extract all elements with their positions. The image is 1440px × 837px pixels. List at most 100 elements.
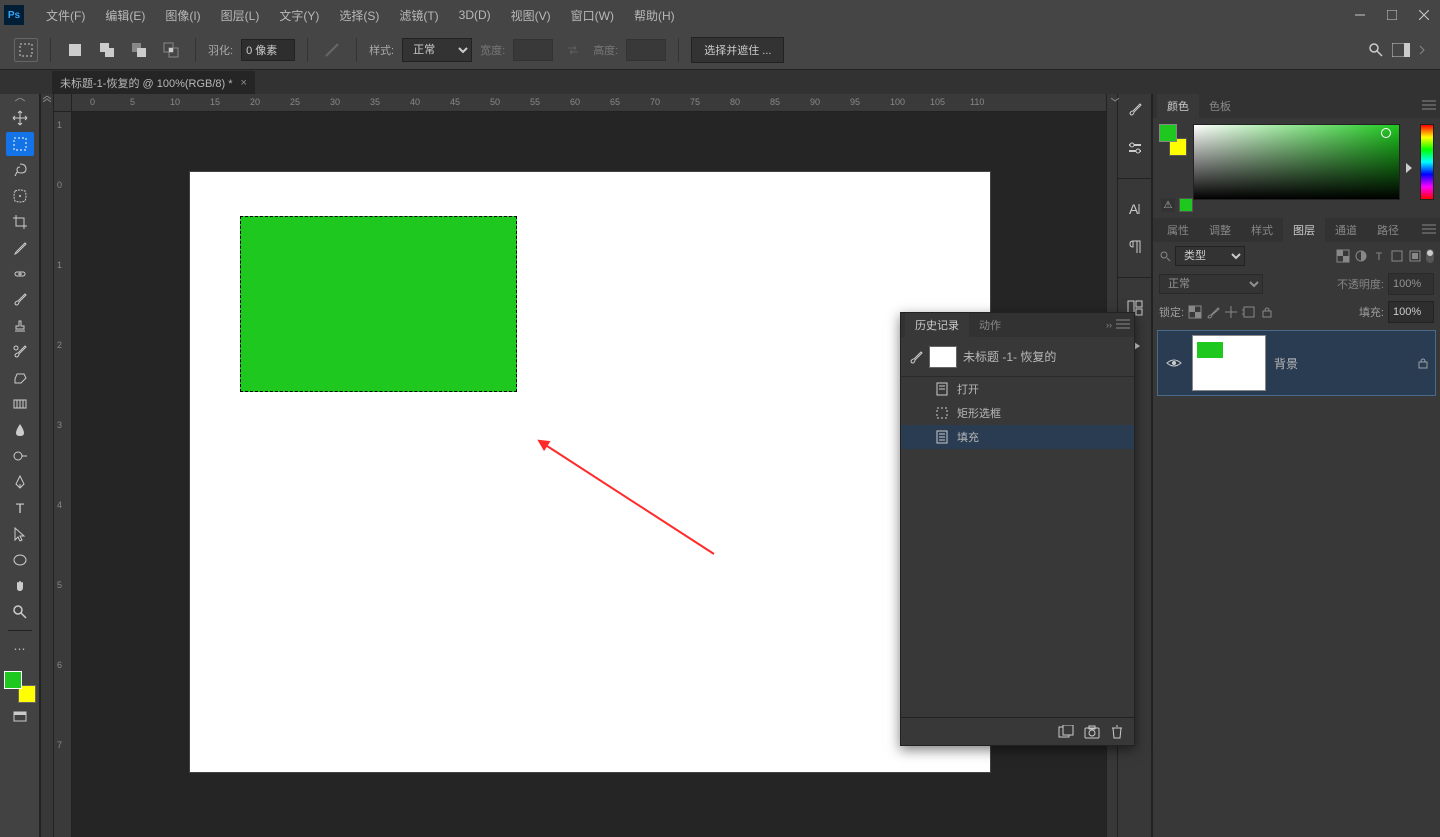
trash-icon[interactable] xyxy=(1110,725,1124,739)
marquee-tool[interactable] xyxy=(6,132,34,156)
history-brush-source-icon[interactable] xyxy=(909,350,923,364)
panel-menu-icon[interactable] xyxy=(1422,100,1436,110)
document-canvas[interactable] xyxy=(190,172,990,772)
style-select[interactable]: 正常 xyxy=(402,38,472,62)
filter-adjust-icon[interactable] xyxy=(1354,249,1368,263)
filter-pixel-icon[interactable] xyxy=(1336,249,1350,263)
filter-shape-icon[interactable] xyxy=(1390,249,1404,263)
search-icon[interactable] xyxy=(1368,42,1384,58)
menu-file[interactable]: 文件(F) xyxy=(36,0,95,30)
ruler-origin[interactable] xyxy=(54,94,72,112)
filter-type-icon[interactable]: T xyxy=(1372,249,1386,263)
lock-transparency-icon[interactable] xyxy=(1188,305,1202,319)
brush-settings-icon[interactable] xyxy=(1123,98,1147,122)
menu-layer[interactable]: 图层(L) xyxy=(211,0,270,30)
fill-input[interactable] xyxy=(1388,301,1434,323)
color-swatches[interactable] xyxy=(4,671,36,703)
tab-history[interactable]: 历史记录 xyxy=(905,313,969,337)
paragraph-panel-icon[interactable] xyxy=(1123,235,1147,259)
zoom-tool[interactable] xyxy=(6,600,34,624)
menu-help[interactable]: 帮助(H) xyxy=(624,0,685,30)
gamut-warning-icon[interactable]: ⚠ xyxy=(1161,198,1175,212)
brush-tool[interactable] xyxy=(6,288,34,312)
pen-tool[interactable] xyxy=(6,470,34,494)
document-tab[interactable]: 未标题-1-恢复的 @ 100%(RGB/8) * × xyxy=(52,70,255,94)
gradient-tool[interactable] xyxy=(6,392,34,416)
lock-all-icon[interactable] xyxy=(1260,305,1274,319)
menu-filter[interactable]: 滤镜(T) xyxy=(389,0,448,30)
close-button[interactable] xyxy=(1408,0,1440,30)
ruler-vertical[interactable]: 1 0 1 2 3 4 5 6 7 xyxy=(54,112,72,837)
panel-fg-color[interactable] xyxy=(1159,124,1177,142)
chevron-right-icon[interactable] xyxy=(1418,46,1426,54)
layer-lock-icon[interactable] xyxy=(1417,356,1429,370)
feather-input[interactable] xyxy=(241,39,295,61)
hand-tool[interactable] xyxy=(6,574,34,598)
workspace-icon[interactable] xyxy=(1392,43,1410,57)
snapshot-icon[interactable] xyxy=(1084,725,1100,739)
antialias-icon[interactable] xyxy=(320,38,344,62)
lock-artboard-icon[interactable] xyxy=(1242,305,1256,319)
select-and-mask-button[interactable]: 选择并遮住 ... xyxy=(691,37,784,63)
screen-mode-icon[interactable] xyxy=(6,705,34,729)
collapse-panel-icon[interactable]: ›› xyxy=(1106,320,1112,330)
menu-image[interactable]: 图像(I) xyxy=(155,0,210,30)
layer-visibility-icon[interactable] xyxy=(1164,357,1184,369)
close-tab-icon[interactable]: × xyxy=(241,77,247,89)
create-document-icon[interactable] xyxy=(1058,725,1074,739)
history-document-row[interactable]: 未标题 -1- 恢复的 xyxy=(901,337,1134,377)
layer-name[interactable]: 背景 xyxy=(1274,355,1298,372)
brush-presets-icon[interactable] xyxy=(1123,136,1147,160)
selection-intersect-icon[interactable] xyxy=(159,38,183,62)
menu-view[interactable]: 视图(V) xyxy=(501,0,561,30)
crop-tool[interactable] xyxy=(6,210,34,234)
type-tool[interactable]: T xyxy=(6,496,34,520)
blend-mode-select[interactable]: 正常 xyxy=(1159,274,1263,294)
layer-thumbnail[interactable] xyxy=(1192,335,1266,391)
healing-tool[interactable] xyxy=(6,262,34,286)
ruler-horizontal[interactable]: 0 5 10 15 20 25 30 35 40 45 50 55 60 65 … xyxy=(72,94,1106,112)
menu-3d[interactable]: 3D(D) xyxy=(449,0,501,30)
layer-row-background[interactable]: 背景 xyxy=(1157,330,1436,396)
eraser-tool[interactable] xyxy=(6,366,34,390)
filter-smart-icon[interactable] xyxy=(1408,249,1422,263)
path-select-tool[interactable] xyxy=(6,522,34,546)
menu-select[interactable]: 选择(S) xyxy=(329,0,389,30)
tab-paths[interactable]: 路径 xyxy=(1367,218,1409,242)
history-item-fill[interactable]: 填充 xyxy=(901,425,1134,449)
move-tool[interactable] xyxy=(6,106,34,130)
tool-preset-icon[interactable] xyxy=(14,38,38,62)
tab-actions[interactable]: 动作 xyxy=(969,313,1011,337)
foreground-color-swatch[interactable] xyxy=(4,671,22,689)
history-menu-icon[interactable] xyxy=(1116,319,1130,329)
history-item-marquee[interactable]: 矩形选框 xyxy=(901,401,1134,425)
eyedropper-tool[interactable] xyxy=(6,236,34,260)
tab-styles[interactable]: 样式 xyxy=(1241,218,1283,242)
lock-image-icon[interactable] xyxy=(1206,305,1220,319)
tab-adjustments[interactable]: 调整 xyxy=(1199,218,1241,242)
stamp-tool[interactable] xyxy=(6,314,34,338)
tab-layers[interactable]: 图层 xyxy=(1283,218,1325,242)
minimize-button[interactable] xyxy=(1344,0,1376,30)
tab-properties[interactable]: 属性 xyxy=(1157,218,1199,242)
layers-menu-icon[interactable] xyxy=(1422,224,1436,234)
maximize-button[interactable] xyxy=(1376,0,1408,30)
dodge-tool[interactable] xyxy=(6,444,34,468)
history-panel[interactable]: 历史记录 动作 ›› 未标题 -1- 恢复的 打开 矩形选框 填充 xyxy=(900,312,1135,746)
shape-tool[interactable] xyxy=(6,548,34,572)
tab-channels[interactable]: 通道 xyxy=(1325,218,1367,242)
history-item-open[interactable]: 打开 xyxy=(901,377,1134,401)
menu-type[interactable]: 文字(Y) xyxy=(269,0,329,30)
filter-toggle-icon[interactable] xyxy=(1426,249,1434,263)
selection-add-icon[interactable] xyxy=(95,38,119,62)
layer-filter-select[interactable]: 类型 xyxy=(1175,246,1245,266)
quick-select-tool[interactable] xyxy=(6,184,34,208)
tab-swatches[interactable]: 色板 xyxy=(1199,94,1241,118)
history-brush-tool[interactable] xyxy=(6,340,34,364)
edit-toolbar-icon[interactable]: ⋯ xyxy=(6,637,34,661)
selection-subtract-icon[interactable] xyxy=(127,38,151,62)
blur-tool[interactable] xyxy=(6,418,34,442)
lasso-tool[interactable] xyxy=(6,158,34,182)
selection-new-icon[interactable] xyxy=(63,38,87,62)
lock-position-icon[interactable] xyxy=(1224,305,1238,319)
